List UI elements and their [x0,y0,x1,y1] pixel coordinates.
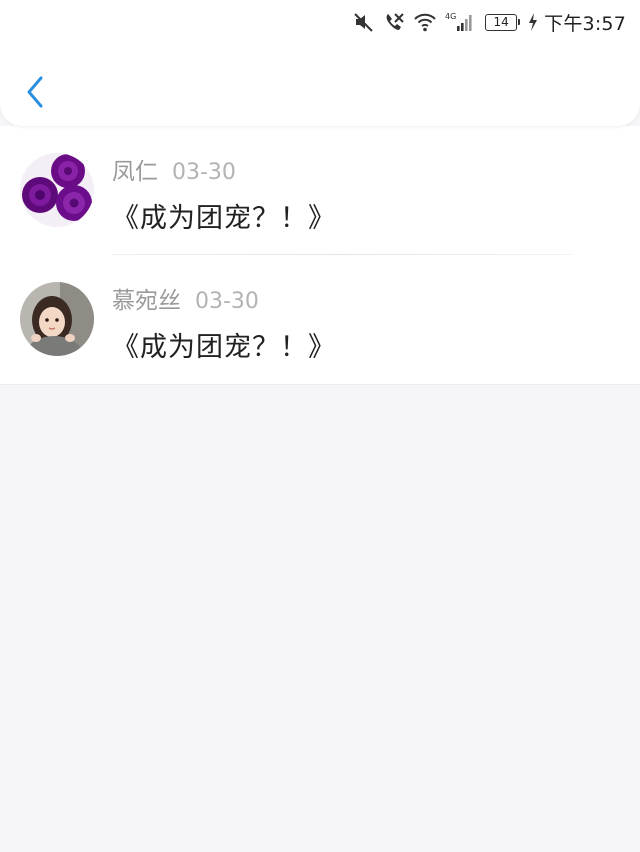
author-name[interactable]: 凤仁 [112,159,158,185]
battery-indicator: 14 [485,13,521,31]
comment-text: 《成为团宠？！》 [112,203,336,234]
girl-photo-avatar-icon [20,282,94,356]
back-button[interactable] [20,72,50,112]
call-blocked-icon [383,11,405,33]
comment-author[interactable]: 慕宛丝 03-30 [112,281,259,315]
charging-icon [528,13,538,31]
comment-author[interactable]: 凤仁 03-30 [112,152,236,186]
network-label: 4G [445,12,456,21]
comment-list: 凤仁 03-30 《成为团宠？！》 慕宛丝 03-30 《成为团宠？！》 [0,126,640,385]
avatar[interactable] [20,282,94,356]
chevron-left-icon [27,76,43,108]
battery-level: 14 [485,13,518,31]
avatar[interactable] [20,153,94,227]
header-bar: 4G 14 下午3:57 [0,0,640,126]
comment-date: 03-30 [172,160,236,185]
author-name[interactable]: 慕宛丝 [112,288,181,314]
comment-text: 《成为团宠？！》 [112,332,336,363]
status-time: 下午3:57 [544,12,626,35]
comment-date: 03-30 [195,289,259,314]
signal-4g-icon: 4G [445,11,475,33]
comment-item[interactable]: 凤仁 03-30 《成为团宠？！》 [0,126,640,255]
comment-item[interactable]: 慕宛丝 03-30 《成为团宠？！》 [0,255,640,384]
wifi-icon [413,12,437,32]
purple-roses-avatar-icon [20,153,94,227]
battery-cap [518,19,521,25]
status-bar: 4G 14 下午3:57 [345,0,640,44]
muted-speaker-icon [353,11,375,33]
